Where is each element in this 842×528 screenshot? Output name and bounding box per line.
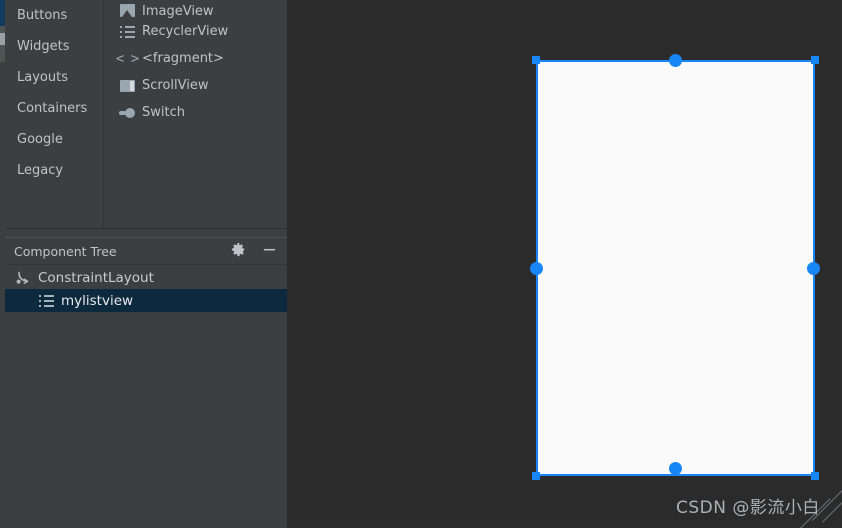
- palette-item-label: Switch: [142, 105, 185, 120]
- tree-node-constraintlayout[interactable]: ConstraintLayout: [5, 266, 287, 289]
- palette-category-label: Google: [17, 132, 63, 147]
- palette-category-label: Containers: [17, 101, 88, 116]
- palette-item-scrollview[interactable]: ScrollView: [105, 72, 287, 99]
- palette-item-switch[interactable]: Switch: [105, 99, 287, 126]
- palette-category-google[interactable]: Google: [5, 124, 103, 155]
- palette-item-label: ImageView: [142, 4, 214, 19]
- palette-category-label: Buttons: [17, 8, 68, 23]
- panel-divider-gap[interactable]: [5, 229, 287, 237]
- tree-node-mylistview[interactable]: mylistview: [5, 289, 287, 312]
- constraint-anchor-left[interactable]: [530, 262, 543, 275]
- resize-handle-bottom-right[interactable]: [811, 472, 819, 480]
- palette-category-label: Widgets: [17, 39, 70, 54]
- minimize-icon[interactable]: [262, 242, 277, 261]
- switch-icon: [119, 105, 135, 121]
- constraint-anchor-top[interactable]: [669, 54, 682, 67]
- image-icon: [119, 2, 135, 18]
- palette-category-containers[interactable]: Containers: [5, 93, 103, 124]
- list-icon: [39, 294, 54, 307]
- component-tree-body[interactable]: ConstraintLayout mylistview: [5, 266, 287, 528]
- palette-category-layouts[interactable]: Layouts: [5, 62, 103, 93]
- palette-item-label: <fragment>: [142, 51, 224, 66]
- palette-item-list[interactable]: ImageView RecyclerView < > <fragment> Sc…: [105, 0, 378, 228]
- palette-category-widgets[interactable]: Widgets: [5, 31, 103, 62]
- constraint-anchor-bottom[interactable]: [669, 462, 682, 475]
- resize-handle-bottom-left[interactable]: [532, 472, 540, 480]
- android-studio-layout-editor: Buttons Widgets Layouts Containers Googl…: [0, 0, 842, 528]
- constraint-layout-icon: [15, 270, 31, 286]
- palette-category-buttons[interactable]: Buttons: [5, 0, 103, 31]
- tree-node-label: ConstraintLayout: [38, 269, 154, 286]
- palette-item-fragment[interactable]: < > <fragment>: [105, 45, 287, 72]
- palette-category-label: Legacy: [17, 163, 64, 178]
- selected-widget-listview[interactable]: [536, 60, 815, 476]
- palette-item-label: RecyclerView: [142, 24, 229, 39]
- palette-category-list[interactable]: Buttons Widgets Layouts Containers Googl…: [5, 0, 104, 228]
- list-icon: [119, 24, 135, 40]
- tree-node-label: mylistview: [61, 292, 134, 309]
- component-tree-panel: Component Tree ConstraintLayout mylistvi…: [5, 238, 287, 528]
- component-tree-title: Component Tree: [14, 243, 117, 259]
- palette-panel: Buttons Widgets Layouts Containers Googl…: [5, 0, 378, 228]
- code-brackets-icon: < >: [115, 50, 139, 67]
- palette-category-label: Layouts: [17, 70, 68, 85]
- gear-icon[interactable]: [231, 242, 246, 261]
- palette-item-recyclerview[interactable]: RecyclerView: [105, 18, 378, 45]
- constraint-anchor-right[interactable]: [807, 262, 820, 275]
- watermark-text: CSDN @影流小白: [676, 498, 820, 518]
- resize-handle-top-right[interactable]: [811, 56, 819, 64]
- palette-item-imageview[interactable]: ImageView: [105, 0, 287, 18]
- resize-handle-top-left[interactable]: [532, 56, 540, 64]
- component-tree-toolbar: [231, 238, 277, 265]
- scrollview-icon: [119, 78, 135, 94]
- component-tree-header: Component Tree: [5, 238, 287, 265]
- palette-category-legacy[interactable]: Legacy: [5, 155, 103, 186]
- palette-item-label: ScrollView: [142, 78, 209, 93]
- design-canvas[interactable]: [287, 0, 842, 528]
